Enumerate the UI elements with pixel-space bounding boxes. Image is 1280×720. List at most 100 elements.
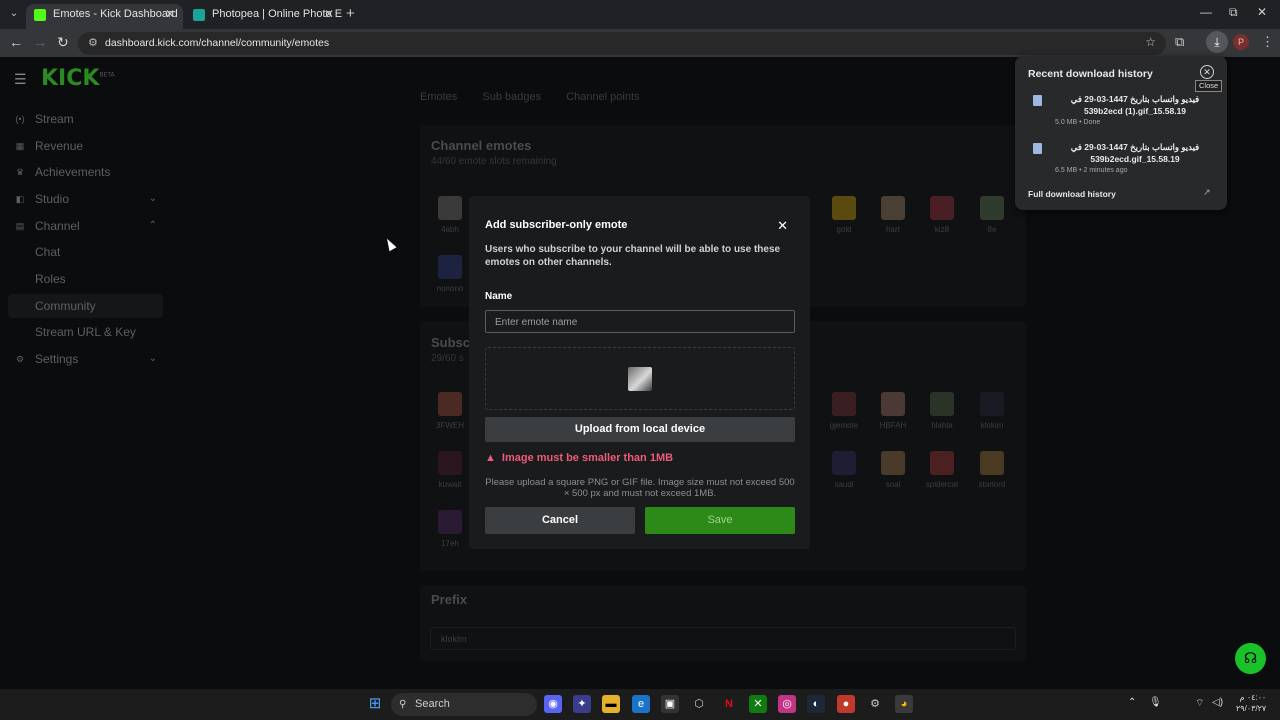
tab-search-icon[interactable]: ⌄: [6, 6, 22, 22]
file-explorer-icon[interactable]: ▬: [602, 695, 620, 713]
emote-item[interactable]: starlord: [972, 451, 1012, 489]
bookmark-star-icon[interactable]: ☆: [1145, 35, 1156, 49]
emote-item[interactable]: hart: [873, 196, 913, 234]
tab-sub-badges[interactable]: Sub badges: [482, 91, 541, 103]
system-clock[interactable]: ٠٤:٠٠ م ٢٩/٠٣/٢٧: [1236, 692, 1266, 714]
emote-item[interactable]: kuwait: [430, 451, 470, 489]
emote-item[interactable]: soal: [873, 451, 913, 489]
app-icon[interactable]: ⬡: [690, 695, 708, 713]
settings-icon[interactable]: ⚙: [866, 695, 884, 713]
external-link-icon[interactable]: ↗: [1203, 187, 1211, 198]
emote-item[interactable]: HBFAH: [873, 392, 913, 430]
emote-name: 4abh: [441, 225, 459, 234]
emote-item[interactable]: spidercat: [922, 451, 962, 489]
downloads-icon[interactable]: ⤓: [1206, 31, 1228, 53]
edge-icon[interactable]: e: [632, 695, 650, 713]
section-subtitle: 29/60 s: [431, 353, 464, 364]
tab-channel-points[interactable]: Channel points: [566, 91, 639, 103]
close-tab-icon[interactable]: ✕: [165, 4, 175, 25]
profile-avatar[interactable]: P: [1233, 34, 1249, 50]
emote-item[interactable]: 8e: [972, 196, 1012, 234]
emote-item[interactable]: 17eh: [430, 510, 470, 548]
download-status: 6.5 MB • 2 minutes ago: [1055, 167, 1128, 174]
copilot-icon[interactable]: ✦: [573, 695, 591, 713]
kick-logo[interactable]: KICKBETA: [41, 66, 115, 91]
emote-name: spidercat: [925, 480, 959, 489]
emote-name-input[interactable]: Enter emote name: [485, 310, 795, 333]
emote-item[interactable]: 3FWEH: [430, 392, 470, 430]
restore-icon[interactable]: ⧉: [1229, 5, 1238, 20]
emote-name: soal: [885, 480, 901, 489]
tab-kick-dashboard[interactable]: Emotes - Kick Dashboard ✕: [26, 4, 183, 29]
prefix-input[interactable]: klokim: [430, 627, 1016, 650]
new-tab-button[interactable]: +: [346, 5, 355, 22]
emote-item[interactable]: gold: [824, 196, 864, 234]
emote-name: hart: [886, 225, 900, 234]
netflix-icon[interactable]: N: [720, 695, 738, 713]
emote-item[interactable]: 4abh: [430, 196, 470, 234]
sidebar-item-revenue[interactable]: ▦ Revenue: [8, 134, 163, 158]
windows-start-icon[interactable]: ⊞: [366, 695, 384, 713]
save-button[interactable]: Save: [645, 507, 795, 534]
discord-icon[interactable]: ◉: [544, 695, 562, 713]
emote-item[interactable]: nonono: [430, 255, 470, 293]
app-icon[interactable]: ●: [837, 695, 855, 713]
emote-item[interactable]: klokim: [972, 392, 1012, 430]
warning-icon: ▲: [485, 452, 496, 464]
sidebar-item-stream[interactable]: (•) Stream: [8, 107, 163, 131]
microphone-icon[interactable]: 🎙: [1149, 697, 1162, 708]
tab-emotes[interactable]: Emotes: [420, 91, 457, 103]
sidebar-item-channel[interactable]: ▤ Channel ⌃: [8, 214, 163, 238]
emote-item[interactable]: saudi: [824, 451, 864, 489]
download-history-popover: Recent download history ✕ Close فيديو وا…: [1015, 56, 1227, 210]
sidebar-item-chat[interactable]: Chat: [8, 240, 163, 264]
emote-item[interactable]: hlahla: [922, 392, 962, 430]
sidebar-item-community[interactable]: Community: [8, 294, 163, 318]
forward-icon[interactable]: →: [33, 34, 47, 50]
chevron-up-icon: ⌃: [148, 220, 157, 231]
extensions-icon[interactable]: ⧉: [1175, 34, 1184, 50]
chevron-up-icon[interactable]: ⌃: [1128, 697, 1136, 708]
logo-text: KICK: [41, 66, 100, 91]
clock-time: ٠٤:٠٠ م: [1239, 693, 1267, 702]
more-menu-icon[interactable]: ⋮: [1261, 34, 1274, 50]
close-window-icon[interactable]: ✕: [1257, 5, 1267, 19]
instagram-icon[interactable]: ◎: [778, 695, 796, 713]
sidebar-item-settings[interactable]: ⚙ Settings ⌄: [8, 347, 163, 371]
support-chat-icon[interactable]: ☊: [1235, 643, 1266, 674]
emote-preview-image: [628, 367, 652, 391]
tab-photopea[interactable]: Photopea | Online Photo Editor ✕: [185, 4, 342, 29]
emote-item[interactable]: kiz8: [922, 196, 962, 234]
xbox-icon[interactable]: ✕: [749, 695, 767, 713]
wifi-icon[interactable]: ⌔: [1195, 697, 1204, 710]
sidebar-item-label: Chat: [35, 245, 61, 259]
menu-icon[interactable]: ☰: [14, 71, 27, 88]
kick-favicon-icon: [34, 9, 46, 21]
minimize-icon[interactable]: —: [1200, 5, 1212, 19]
chrome-icon[interactable]: ◕: [895, 695, 913, 713]
store-icon[interactable]: ▣: [661, 695, 679, 713]
sidebar-item-roles[interactable]: Roles: [8, 267, 163, 291]
close-icon[interactable]: ✕: [777, 218, 788, 234]
close-tab-icon[interactable]: ✕: [324, 4, 334, 25]
emote-name: kuwait: [438, 480, 462, 489]
volume-icon[interactable]: ◁): [1212, 697, 1223, 708]
close-icon[interactable]: ✕: [1200, 65, 1214, 79]
browser-toolbar: ← → ↻ ⚙ dashboard.kick.com/channel/commu…: [0, 29, 1280, 57]
address-bar[interactable]: ⚙ dashboard.kick.com/channel/community/e…: [78, 32, 1166, 55]
cancel-button[interactable]: Cancel: [485, 507, 635, 534]
taskbar-search[interactable]: ⚲ Search: [391, 693, 537, 716]
emote-item[interactable]: gjemote: [824, 392, 864, 430]
back-icon[interactable]: ←: [9, 34, 23, 50]
sidebar-item-studio[interactable]: ◧ Studio ⌄: [8, 187, 163, 211]
full-download-history-link[interactable]: Full download history: [1028, 189, 1116, 199]
sidebar-item-achievements[interactable]: ♛ Achievements: [8, 160, 163, 184]
sidebar-item-stream-url-key[interactable]: Stream URL & Key: [8, 320, 163, 344]
download-file-name: فيديو واتساب بتاريخ 1447-03-29 في 539b2e…: [1070, 142, 1200, 164]
steam-icon[interactable]: ◐: [807, 695, 825, 713]
reload-icon[interactable]: ↻: [57, 34, 69, 51]
site-info-icon[interactable]: ⚙: [88, 36, 98, 49]
upload-button[interactable]: Upload from local device: [485, 417, 795, 442]
tab-title: Emotes - Kick Dashboard: [53, 8, 178, 20]
image-dropzone[interactable]: [485, 347, 795, 410]
